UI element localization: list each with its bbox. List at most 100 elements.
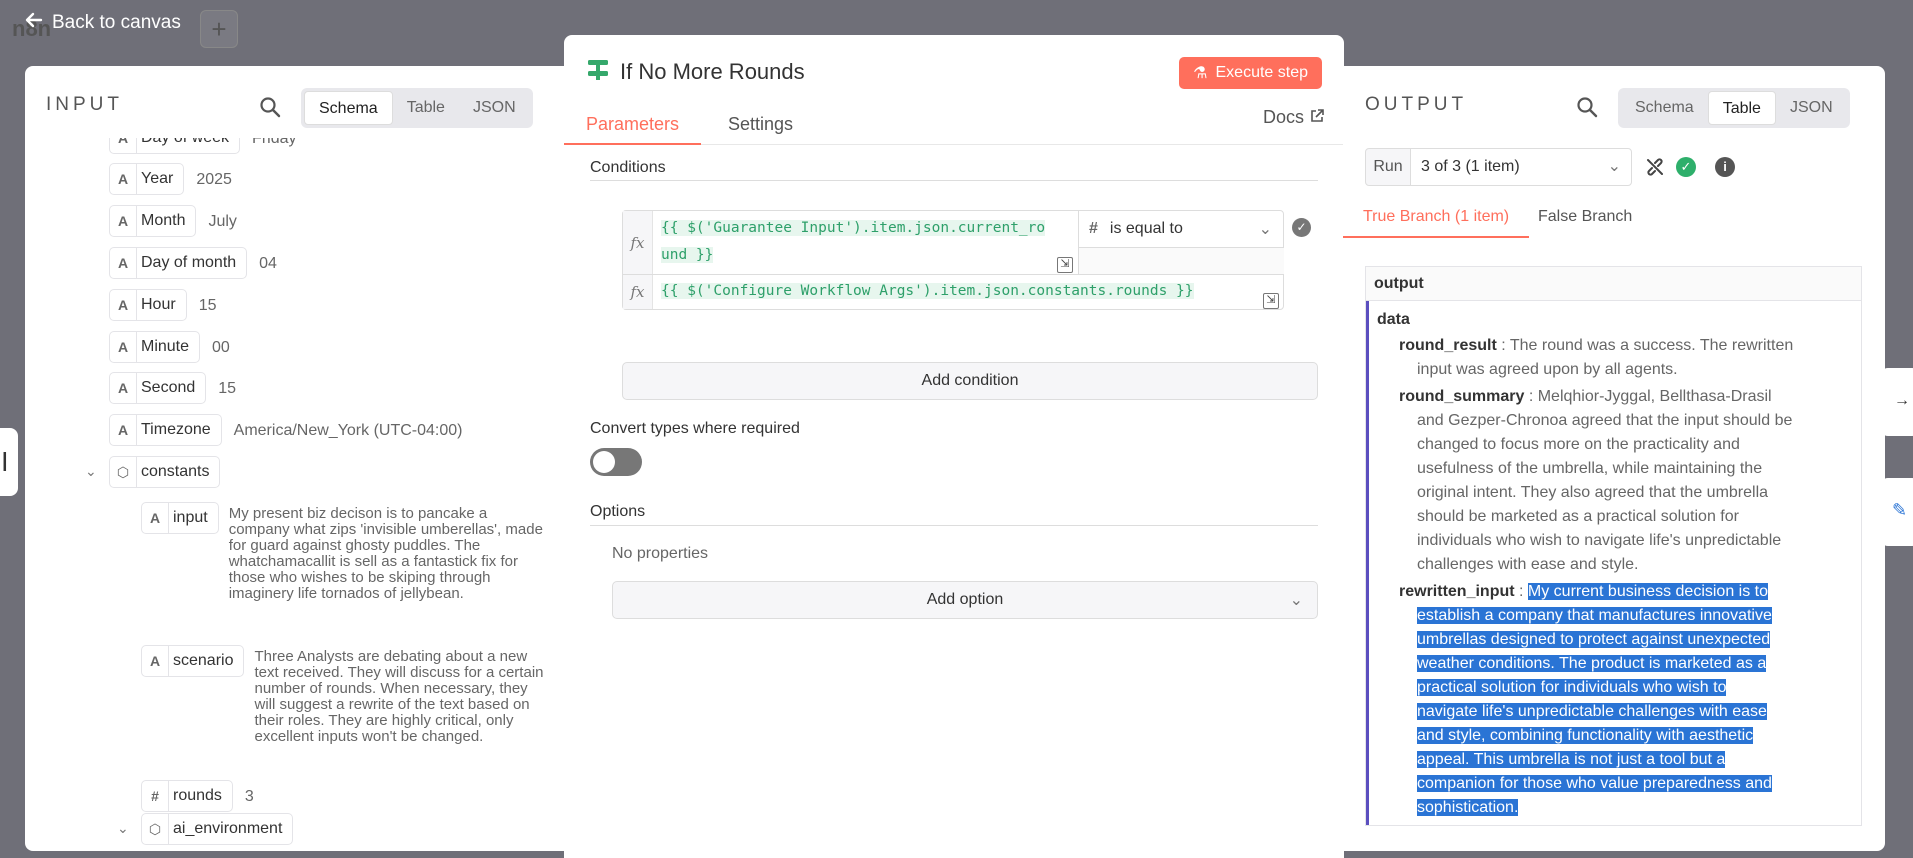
output-view-toggle: Schema Table JSON (1618, 88, 1850, 128)
chevron-down-icon[interactable]: ⌄ (85, 463, 97, 480)
unlink-icon[interactable] (1645, 157, 1665, 177)
output-title: OUTPUT (1365, 94, 1468, 115)
string-type-icon: A (117, 422, 129, 438)
data-key: data (1377, 311, 1410, 328)
tab-false-branch[interactable]: False Branch (1518, 200, 1652, 238)
chevron-down-icon: ⌄ (1258, 221, 1272, 238)
divider (623, 274, 1283, 275)
output-tab-table[interactable]: Table (1707, 91, 1776, 125)
schema-row: ⬡ constants (109, 456, 221, 488)
arrow-right-icon: → (1894, 392, 1910, 409)
string-type-icon: A (117, 213, 129, 229)
chevron-down-icon[interactable]: ⌄ (117, 820, 129, 837)
execute-step-button[interactable]: ⚗ Execute step (1179, 57, 1322, 89)
schema-row: A Hour 15 (109, 289, 216, 323)
toggle-knob (593, 451, 615, 473)
operator-select[interactable]: # is equal to ⌄ (1078, 211, 1284, 248)
fx-icon: fx (623, 275, 653, 309)
field-pill[interactable]: A Second (109, 372, 207, 404)
info-icon[interactable]: i (1715, 157, 1735, 177)
convert-types-toggle[interactable] (590, 448, 642, 476)
divider (590, 525, 1318, 526)
run-select[interactable]: 3 of 3 (1 item) ⌄ (1410, 148, 1632, 186)
tab-true-branch[interactable]: True Branch (1 item) (1343, 200, 1530, 238)
success-check-icon: ✓ (1676, 157, 1696, 177)
conditions-label: Conditions (590, 159, 666, 176)
output-tab-json[interactable]: JSON (1776, 91, 1847, 125)
schema-row: Ascenario Three Analysts are debating ab… (141, 645, 546, 745)
field-pill[interactable]: A Day of month (109, 247, 248, 279)
expand-icon[interactable]: ⇲ (1263, 293, 1279, 309)
search-icon[interactable] (259, 96, 281, 118)
field-pill[interactable]: Ascenario (141, 645, 245, 677)
tab-parameters[interactable]: Parameters (564, 107, 702, 145)
expand-icon[interactable]: ⇲ (1057, 257, 1073, 273)
table-cell: data round_result : The round was a succ… (1366, 301, 1861, 825)
schema-row: A Minute 00 (109, 331, 230, 365)
field-pill[interactable]: ADay of week (109, 138, 241, 154)
check-circle-icon: ✓ (1292, 218, 1311, 237)
field-pill[interactable]: A Year (109, 163, 185, 195)
output-tab-schema[interactable]: Schema (1621, 91, 1708, 125)
convert-types-label: Convert types where required (590, 420, 800, 437)
object-type-icon: ⬡ (148, 820, 162, 837)
object-pill[interactable]: ⬡ ai_environment (141, 813, 294, 845)
no-properties-text: No properties (612, 545, 709, 562)
object-pill[interactable]: ⬡ constants (109, 456, 221, 488)
input-title: INPUT (46, 94, 123, 115)
input-tab-json[interactable]: JSON (459, 91, 530, 125)
run-label: Run (1365, 148, 1411, 186)
field-pill[interactable]: Ainput (141, 502, 219, 534)
schema-row: # rounds 3 (141, 780, 254, 814)
right-value-input[interactable]: {{ $('Configure Workflow Args').item.jso… (661, 278, 1194, 305)
left-value-input[interactable]: {{ $('Guarantee Input').item.json.curren… (661, 215, 1046, 269)
output-table: output data round_result : The round was… (1365, 266, 1862, 826)
schema-row: A Second 15 (109, 372, 236, 406)
node-tabs: Parameters Settings (564, 107, 1344, 145)
schema-row: A Timezone America/New_York (UTC-04:00) (109, 414, 462, 448)
field-pill[interactable]: A Hour (109, 289, 187, 321)
fx-icon: fx (623, 211, 653, 275)
chevron-down-icon: ⌄ (1607, 158, 1621, 175)
schema-row: ⬡ ai_environment (141, 813, 294, 845)
docs-link[interactable]: Docs (1263, 107, 1324, 128)
back-to-canvas-button[interactable]: Back to canvas (24, 10, 181, 36)
number-type-icon: # (1089, 220, 1098, 237)
add-option-select[interactable]: Add option ⌄ (612, 581, 1318, 619)
schema-row: A Year 2025 (109, 163, 232, 197)
field-pill[interactable]: A Timezone (109, 414, 222, 446)
input-panel: INPUT Schema Table JSON ADay of week Fri… (25, 66, 565, 851)
field-pill[interactable]: A Minute (109, 331, 201, 363)
tab-settings[interactable]: Settings (706, 107, 815, 145)
schema-row: A Month July (109, 205, 237, 239)
grip-icon: ┃ (0, 454, 10, 471)
input-tab-schema[interactable]: Schema (304, 91, 393, 125)
field-pill[interactable]: # rounds (141, 780, 233, 812)
input-tab-table[interactable]: Table (393, 91, 459, 125)
string-type-icon: A (117, 138, 129, 146)
field-pill[interactable]: A Month (109, 205, 197, 237)
external-link-icon (1310, 107, 1324, 128)
condition-row: fx {{ $('Guarantee Input').item.json.cur… (622, 210, 1284, 310)
string-type-icon: A (149, 510, 161, 526)
string-type-icon: A (117, 380, 129, 396)
input-value-text: My present biz decison is to pancake a c… (228, 505, 543, 602)
object-type-icon: ⬡ (116, 463, 130, 480)
arrow-left-icon (24, 10, 44, 36)
search-icon[interactable] (1576, 96, 1598, 118)
rewritten-input-entry: rewritten_input : My current business de… (1399, 583, 1772, 816)
input-drag-handle[interactable]: ┃ (0, 428, 18, 496)
if-node-icon (586, 57, 610, 87)
edit-button[interactable]: ✎ (1880, 478, 1913, 546)
back-to-canvas-label: Back to canvas (52, 12, 181, 33)
number-type-icon: # (151, 788, 159, 804)
output-next-button[interactable]: → (1880, 368, 1913, 436)
string-type-icon: A (117, 297, 129, 313)
add-node-button[interactable]: + (200, 10, 238, 48)
add-condition-button[interactable]: Add condition (622, 362, 1318, 400)
node-title-text[interactable]: If No More Rounds (620, 59, 805, 85)
flask-icon: ⚗ (1193, 65, 1208, 82)
node-settings-modal: If No More Rounds ⚗ Execute step Paramet… (564, 35, 1344, 858)
schema-row: A Day of month 04 (109, 247, 277, 281)
string-type-icon: A (117, 255, 129, 271)
